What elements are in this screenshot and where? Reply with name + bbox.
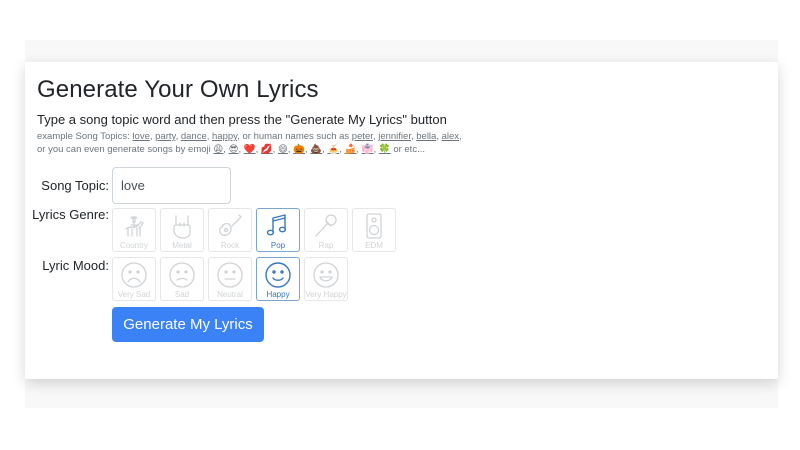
mood-option-happy[interactable]: Happy bbox=[256, 257, 300, 301]
instruction-text: Type a song topic word and then press th… bbox=[37, 112, 447, 127]
lyric-mood-label: Lyric Mood: bbox=[42, 258, 109, 273]
mood-label: Very Happy bbox=[305, 290, 347, 299]
cowboy-horse-icon bbox=[125, 216, 144, 237]
happy-face-icon bbox=[265, 262, 291, 288]
song-topic-input[interactable] bbox=[112, 167, 231, 204]
microphone-icon bbox=[315, 214, 337, 237]
example-link-party[interactable]: party bbox=[155, 131, 175, 142]
mood-option-sad[interactable]: Sad bbox=[160, 257, 204, 301]
page-title: Generate Your Own Lyrics bbox=[37, 76, 319, 103]
example-link-dance[interactable]: dance bbox=[181, 131, 207, 142]
emoji-link[interactable]: 🍰 bbox=[345, 144, 357, 155]
genre-option-edm[interactable]: EDM bbox=[352, 208, 396, 252]
very-happy-face-icon bbox=[313, 262, 339, 288]
emoji-link[interactable]: 😄 bbox=[278, 144, 288, 155]
emoji-link[interactable]: 🍀 bbox=[379, 144, 391, 155]
speaker-icon bbox=[366, 213, 382, 239]
mood-option-very-sad[interactable]: Very Sad bbox=[112, 257, 156, 301]
example-link-love[interactable]: love bbox=[132, 131, 149, 142]
emoji-link[interactable]: 💩 bbox=[310, 144, 322, 155]
sad-face-icon bbox=[169, 262, 195, 288]
emoji-link[interactable]: 🍝 bbox=[327, 144, 339, 155]
lyrics-generator-card: Generate Your Own Lyrics Type a song top… bbox=[25, 62, 778, 379]
genre-option-pop[interactable]: Pop bbox=[256, 208, 300, 252]
mood-options: Very Sad Sad Neutral Happy Very Happy bbox=[112, 257, 348, 301]
emoji-link[interactable]: 😩 bbox=[213, 144, 223, 155]
example-link-jennifier[interactable]: jennifier bbox=[378, 131, 411, 142]
emoji-link[interactable]: 🎃 bbox=[293, 144, 305, 155]
mood-option-very-happy[interactable]: Very Happy bbox=[304, 257, 348, 301]
genre-option-rock[interactable]: Rock bbox=[208, 208, 252, 252]
music-notes-icon bbox=[266, 214, 287, 236]
genre-option-metal[interactable]: Metal bbox=[160, 208, 204, 252]
mood-label: Sad bbox=[174, 290, 190, 299]
genre-label: Rock bbox=[220, 241, 240, 250]
genre-label: Country bbox=[119, 241, 148, 250]
example-topics: example Song Topics: love, party, dance,… bbox=[37, 131, 462, 155]
example-link-alex[interactable]: alex bbox=[442, 131, 459, 142]
examples-mid: , or human names such as bbox=[237, 131, 352, 142]
genre-label: Metal bbox=[172, 241, 192, 250]
electric-guitar-icon bbox=[218, 214, 242, 237]
emoji-link[interactable]: 👘 bbox=[362, 144, 374, 155]
examples-emoji-intro: or you can even generate songs by emoji bbox=[37, 144, 211, 155]
examples-suffix: or etc... bbox=[393, 144, 425, 155]
genre-label: EDM bbox=[365, 241, 383, 250]
genre-label: Rap bbox=[318, 241, 334, 250]
emoji-link[interactable]: ❤️ bbox=[244, 144, 256, 155]
example-link-bella[interactable]: bella bbox=[416, 131, 436, 142]
genre-label: Pop bbox=[270, 241, 286, 250]
rock-hand-icon bbox=[173, 215, 191, 239]
generate-lyrics-button[interactable]: Generate My Lyrics bbox=[112, 307, 264, 342]
mood-label: Happy bbox=[266, 290, 290, 299]
emoji-list: 😩, 😎, ❤️, 💋, 😄, 🎃, 💩, 🍝, 🍰, 👘, 🍀 bbox=[213, 144, 391, 155]
example-link-happy[interactable]: happy bbox=[212, 131, 237, 142]
genre-option-country[interactable]: Country bbox=[112, 208, 156, 252]
very-sad-face-icon bbox=[121, 262, 147, 288]
neutral-face-icon bbox=[217, 262, 243, 288]
emoji-link[interactable]: 😎 bbox=[229, 144, 239, 155]
mood-option-neutral[interactable]: Neutral bbox=[208, 257, 252, 301]
song-topic-label: Song Topic: bbox=[41, 178, 109, 193]
examples-prefix: example Song Topics: bbox=[37, 131, 133, 142]
genre-option-rap[interactable]: Rap bbox=[304, 208, 348, 252]
example-link-peter[interactable]: peter bbox=[352, 131, 373, 142]
emoji-link[interactable]: 💋 bbox=[261, 144, 273, 155]
mood-label: Very Sad bbox=[117, 290, 151, 299]
genre-options: Country Metal Rock Pop Rap EDM bbox=[112, 208, 396, 252]
mood-label: Neutral bbox=[217, 290, 243, 299]
lyrics-genre-label: Lyrics Genre: bbox=[32, 207, 109, 222]
